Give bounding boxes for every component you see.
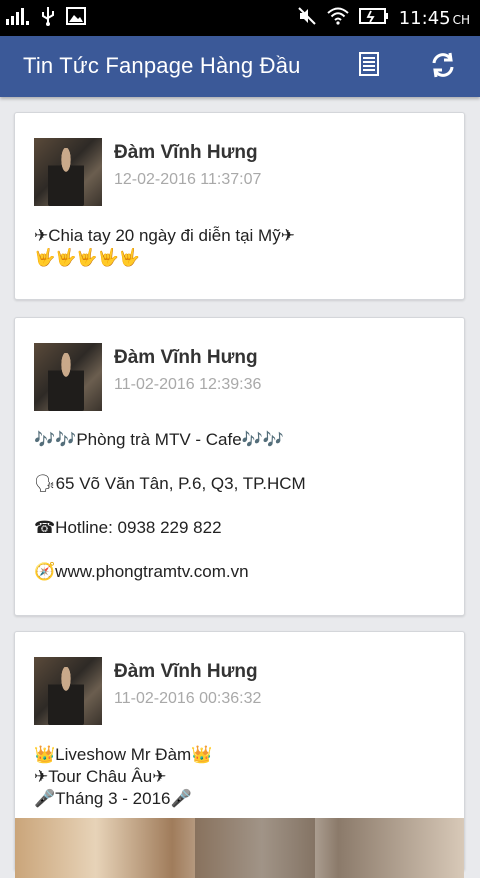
post-line: 👑Liveshow Mr Đàm👑: [34, 745, 213, 764]
post-time: 11-02-2016 00:36:32: [114, 690, 262, 707]
app-title: Tin Tức Fanpage Hàng Đầu: [23, 53, 301, 78]
refresh-icon: [430, 52, 456, 83]
post-line: 🧭www.phongtramtv.com.vn: [34, 562, 249, 581]
status-time: 11:45 CH: [398, 7, 470, 29]
post-line: ✈Chia tay 20 ngày đi diễn tại Mỹ✈: [34, 226, 295, 245]
status-bar: 11:45 CH: [0, 0, 480, 36]
usb-icon: [40, 6, 56, 31]
refresh-button[interactable]: [428, 52, 458, 82]
post-card[interactable]: Đàm Vĩnh Hưng 11-02-2016 12:39:36 🎶🎶Phòn…: [14, 317, 465, 616]
post-card[interactable]: Đàm Vĩnh Hưng 11-02-2016 00:36:32 👑Lives…: [14, 631, 465, 878]
post-line: 🤟🤟🤟🤟🤟: [34, 248, 140, 267]
gallery-icon: [66, 6, 86, 30]
post-author: Đàm Vĩnh Hưng: [114, 661, 258, 682]
signal-icon: [6, 7, 30, 30]
post-card[interactable]: Đàm Vĩnh Hưng 12-02-2016 11:37:07 ✈Chia …: [14, 112, 465, 300]
post-body: 🎶🎶Phòng trà MTV - Cafe🎶🎶 🗣65 Võ Văn Tân,…: [34, 429, 306, 605]
list-button[interactable]: [356, 51, 382, 81]
avatar: [34, 138, 102, 206]
post-line: 🗣65 Võ Văn Tân, P.6, Q3, TP.HCM: [34, 474, 306, 493]
post-time: 11-02-2016 12:39:36: [114, 376, 262, 393]
post-author: Đàm Vĩnh Hưng: [114, 347, 258, 368]
list-icon: [359, 51, 379, 81]
battery-icon: [358, 7, 389, 29]
avatar: [34, 343, 102, 411]
mute-icon: [297, 6, 317, 31]
post-author: Đàm Vĩnh Hưng: [114, 142, 258, 163]
post-line: 🎶🎶Phòng trà MTV - Cafe🎶🎶: [34, 430, 285, 449]
post-line: 🎤Tháng 3 - 2016🎤: [34, 789, 192, 808]
app-bar: Tin Tức Fanpage Hàng Đầu: [0, 36, 480, 97]
wifi-icon: [327, 7, 349, 30]
post-body: 👑Liveshow Mr Đàm👑 ✈Tour Châu Âu✈ 🎤Tháng …: [34, 744, 212, 810]
post-line: ☎Hotline: 0938 229 822: [34, 518, 222, 537]
post-image[interactable]: [15, 818, 464, 878]
post-line: ✈Tour Châu Âu✈: [34, 767, 167, 786]
post-time: 12-02-2016 11:37:07: [114, 171, 262, 188]
avatar: [34, 657, 102, 725]
post-body: ✈Chia tay 20 ngày đi diễn tại Mỹ✈ 🤟🤟🤟🤟🤟: [34, 225, 295, 269]
